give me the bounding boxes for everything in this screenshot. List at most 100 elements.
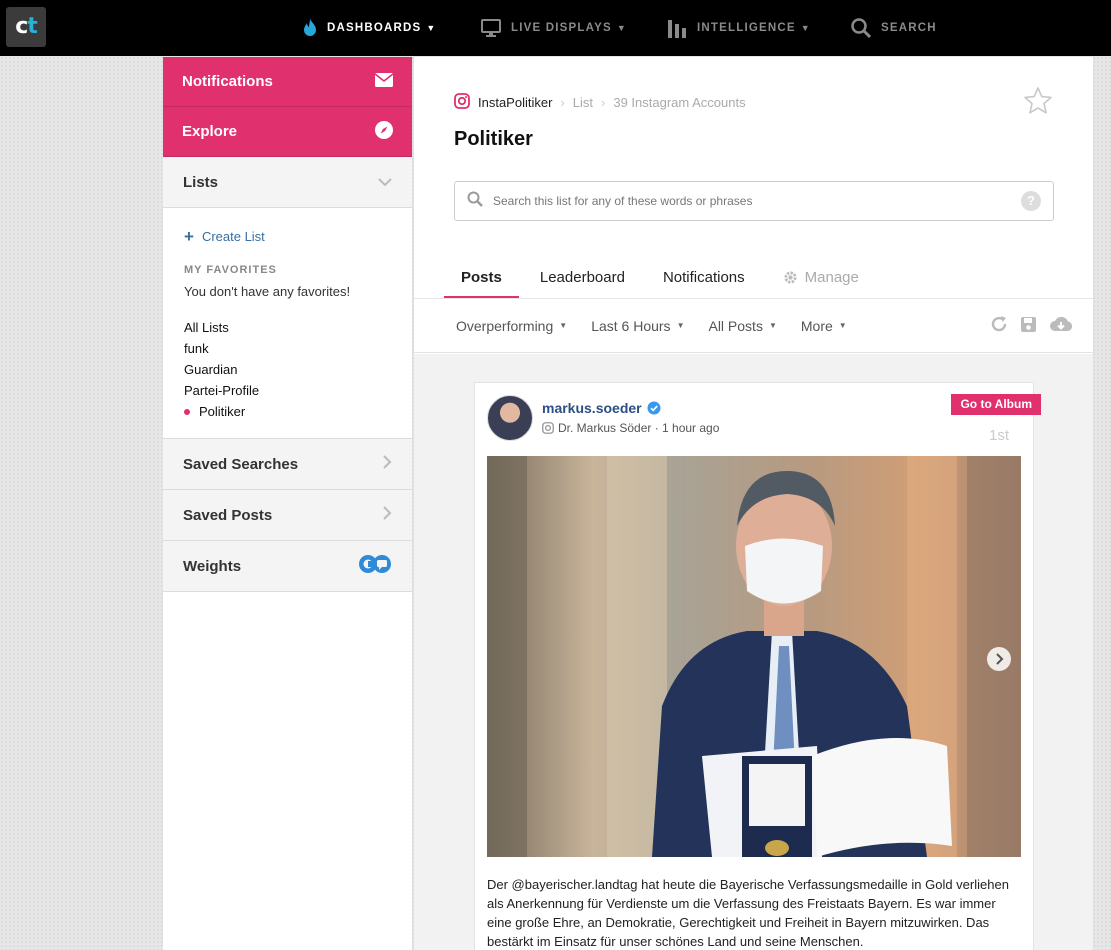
sidebar-saved-searches-label: Saved Searches [183, 455, 299, 473]
chevron-down-icon: ▼ [838, 321, 847, 330]
breadcrumb-separator: › [601, 95, 606, 110]
nav-intelligence[interactable]: INTELLIGENCE ▼ [667, 0, 811, 56]
plus-icon: + [184, 227, 194, 246]
sidebar-explore-label: Explore [182, 123, 238, 140]
main-panel: InstaPolitiker › List › 39 Instagram Acc… [414, 57, 1093, 950]
sidebar-explore[interactable]: Explore [163, 107, 412, 157]
sidebar-lists-label: Lists [183, 173, 219, 191]
nav-live-displays[interactable]: LIVE DISPLAYS ▼ [481, 0, 627, 56]
post-author-handle: markus.soeder [542, 400, 642, 416]
sidebar-notifications[interactable]: Notifications [163, 57, 412, 107]
post-meta: Dr. Markus Söder · 1 hour ago [542, 421, 719, 435]
tab-manage-label: Manage [804, 269, 859, 286]
instagram-icon [454, 93, 470, 112]
go-to-album-button[interactable]: Go to Album [951, 394, 1041, 415]
list-item-all-lists[interactable]: All Lists [184, 317, 391, 338]
filter-sort-label: Overperforming [456, 317, 554, 334]
save-icon[interactable] [1020, 316, 1037, 333]
breadcrumb-type: List [572, 95, 593, 110]
chevron-down-icon: ▼ [676, 321, 685, 330]
nav-dashboards-label: DASHBOARDS [327, 22, 422, 34]
tab-manage[interactable]: Manage [766, 257, 876, 298]
favorites-empty-message: You don't have any favorites! [184, 284, 351, 299]
chevron-right-icon [383, 455, 392, 473]
gear-icon [783, 270, 798, 285]
filter-post-type[interactable]: All Posts ▼ [708, 318, 776, 334]
create-list-label: Create List [201, 229, 265, 244]
weights-icon [358, 554, 392, 578]
tab-notifications[interactable]: Notifications [646, 257, 762, 298]
list-items: All Lists funk Guardian Partei-Profile P… [184, 317, 391, 422]
compass-icon [375, 120, 393, 143]
sidebar-notifications-label: Notifications [182, 73, 273, 90]
top-navigation-bar: ct DASHBOARDS ▼ LIVE DISPLAYS ▼ INTELLIG… [0, 0, 1111, 56]
list-search-input[interactable]: Search this list for any of these words … [454, 181, 1054, 221]
avatar[interactable] [487, 395, 533, 441]
sidebar: Notifications Explore Lists + Create Lis… [163, 57, 413, 950]
nav-search[interactable]: SEARCH [851, 0, 937, 56]
filter-bar: Overperforming ▼ Last 6 Hours ▼ All Post… [414, 299, 1093, 353]
post-card: markus.soeder Dr. Markus Söder · 1 hour … [474, 382, 1041, 950]
tab-posts[interactable]: Posts [444, 257, 519, 298]
nav-search-label: SEARCH [881, 22, 937, 34]
filter-sort[interactable]: Overperforming ▼ [456, 318, 567, 334]
search-icon [851, 18, 871, 38]
breadcrumb-separator: › [560, 95, 565, 110]
nav-live-displays-label: LIVE DISPLAYS [511, 22, 612, 34]
post-author[interactable]: markus.soeder [542, 400, 661, 416]
bar-chart-icon [667, 18, 687, 38]
chevron-down-icon: ▼ [426, 23, 437, 33]
nav-dashboards[interactable]: DASHBOARDS ▼ [303, 0, 437, 56]
post-meta-text: Dr. Markus Söder · 1 hour ago [558, 421, 720, 435]
feed-tools [978, 315, 1073, 333]
breadcrumb-accounts: 39 Instagram Accounts [613, 95, 746, 110]
chevron-down-icon: ▼ [616, 23, 627, 33]
flame-icon [303, 19, 317, 37]
sidebar-saved-searches[interactable]: Saved Searches [163, 439, 412, 490]
post-image[interactable] [487, 456, 1021, 857]
filter-timeframe[interactable]: Last 6 Hours ▼ [591, 318, 684, 334]
nav-intelligence-label: INTELLIGENCE [697, 22, 796, 34]
filter-more-label: More [800, 317, 833, 334]
favorite-star-icon[interactable] [1023, 86, 1053, 121]
chevron-down-icon: ▼ [800, 23, 811, 33]
sidebar-saved-posts-label: Saved Posts [183, 506, 273, 524]
favorites-heading: MY FAVORITES [184, 264, 277, 276]
post-rank: 1st [988, 427, 1009, 444]
chevron-down-icon: ▼ [768, 321, 777, 330]
next-image-button[interactable] [987, 647, 1011, 671]
breadcrumb-dashboard[interactable]: InstaPolitiker [478, 95, 552, 110]
page-title: Politiker [454, 128, 533, 150]
post-feed: markus.soeder Dr. Markus Söder · 1 hour … [414, 354, 1093, 950]
tab-leaderboard[interactable]: Leaderboard [523, 257, 642, 298]
instagram-icon [542, 422, 554, 434]
tab-bar: Posts Leaderboard Notifications Manage [444, 257, 880, 298]
filter-post-type-label: All Posts [708, 317, 763, 334]
list-item-funk[interactable]: funk [184, 338, 391, 359]
lists-panel: + Create List MY FAVORITES You don't hav… [163, 208, 412, 439]
post-caption: Der @bayerischer.landtag hat heute die B… [487, 877, 1009, 949]
app-logo[interactable]: ct [6, 7, 46, 47]
filter-more[interactable]: More ▼ [801, 318, 847, 334]
list-item-partei-profile[interactable]: Partei-Profile [184, 380, 391, 401]
create-list-link[interactable]: + Create List [184, 228, 391, 245]
chevron-down-icon [378, 174, 392, 191]
monitor-icon [481, 19, 501, 37]
cloud-download-icon[interactable] [1049, 315, 1073, 333]
envelope-icon [374, 72, 394, 91]
list-item-politiker[interactable]: Politiker [184, 401, 391, 422]
refresh-icon[interactable] [990, 315, 1008, 333]
help-icon[interactable]: ? [1021, 191, 1041, 211]
sidebar-saved-posts[interactable]: Saved Posts [163, 490, 412, 541]
sidebar-lists-header[interactable]: Lists [163, 157, 412, 208]
filter-timeframe-label: Last 6 Hours [591, 317, 671, 334]
search-icon [467, 191, 483, 212]
sidebar-weights-label: Weights [183, 557, 242, 575]
search-placeholder: Search this list for any of these words … [493, 194, 753, 208]
breadcrumb: InstaPolitiker › List › 39 Instagram Acc… [454, 93, 746, 112]
selected-dot [184, 408, 190, 415]
list-item-politiker-label: Politiker [199, 404, 246, 419]
verified-badge-icon [647, 401, 661, 415]
list-item-guardian[interactable]: Guardian [184, 359, 391, 380]
sidebar-weights[interactable]: Weights [163, 541, 412, 592]
